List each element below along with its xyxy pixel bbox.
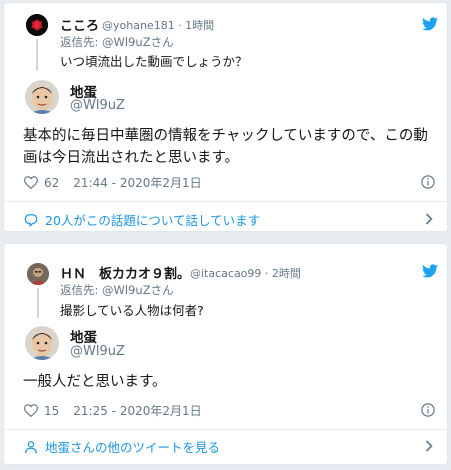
replier-handle[interactable]: @yohane181 · 1時間 [102,17,214,33]
replier-avatar[interactable] [27,263,49,285]
more-tweets-link[interactable]: 地蛋さんの他のツイートを見る [24,437,220,456]
reply-text: 撮影している人物は何者? [60,303,204,318]
like-count[interactable]: 62 [44,176,59,190]
chevron-right-icon[interactable] [425,440,433,452]
reply-to-label[interactable]: 返信先: @Wl9uZさん [60,282,174,298]
twitter-bird-icon[interactable] [422,264,438,278]
divider [4,429,447,430]
author-name[interactable]: 地蛋 [70,326,97,346]
author-handle[interactable]: @Wl9uZ [70,344,125,359]
tweet-meta: 62 21:44 - 2020年2月1日 [24,174,202,191]
thread-line [36,39,38,71]
replier-handle[interactable]: @itacacao99 · 2時間 [190,265,301,281]
tweet-timestamp[interactable]: 21:44 - 2020年2月1日 [73,174,201,191]
tweet-card-2: ＨＮ 板カカオ９割。 @itacacao99 · 2時間 返信先: @Wl9uZ… [3,243,448,465]
replier-name[interactable]: こころ [60,15,99,34]
author-avatar-image [25,326,59,360]
replier-avatar[interactable] [26,14,48,36]
author-avatar-image [25,80,59,114]
conversation-link[interactable]: 20人がこの話題について話しています [24,210,260,229]
person-icon [25,440,37,453]
replier-avatar-image [26,14,48,36]
info-icon[interactable] [421,175,435,189]
more-tweets-link-label: 地蛋さんの他のツイートを見る [45,440,221,455]
heart-icon[interactable] [24,404,38,417]
heart-icon[interactable] [24,176,38,189]
reply-to-label[interactable]: 返信先: @Wl9uZさん [60,34,174,50]
chevron-right-icon[interactable] [425,213,433,225]
twitter-bird-icon[interactable] [422,17,438,31]
replier-avatar-image [27,263,49,285]
author-avatar[interactable] [25,326,59,360]
reply-text: いつ頃流出した動画でしょうか？ [60,54,248,69]
info-icon[interactable] [421,403,435,417]
like-count[interactable]: 15 [44,404,59,418]
thread-line [37,288,39,318]
tweet-text: 一般人だと思います。 [23,374,167,390]
replier-name[interactable]: ＨＮ 板カカオ９割。 [60,263,190,282]
tweet-meta: 15 21:25 - 2020年2月1日 [24,402,202,419]
author-handle[interactable]: @Wl9uZ [70,98,125,113]
conversation-link-label: 20人がこの話題について話しています [45,213,261,228]
divider [4,201,447,202]
author-avatar[interactable] [25,80,59,114]
comment-icon [24,213,38,227]
tweet-text: 基本的に毎日中華圏の情報をチャックしていますので、この動画は今日流出されたと思い… [23,128,428,166]
tweet-card-1: こころ @yohane181 · 1時間 返信先: @Wl9uZさん いつ頃流出… [3,2,448,232]
tweet-timestamp[interactable]: 21:25 - 2020年2月1日 [73,402,201,419]
